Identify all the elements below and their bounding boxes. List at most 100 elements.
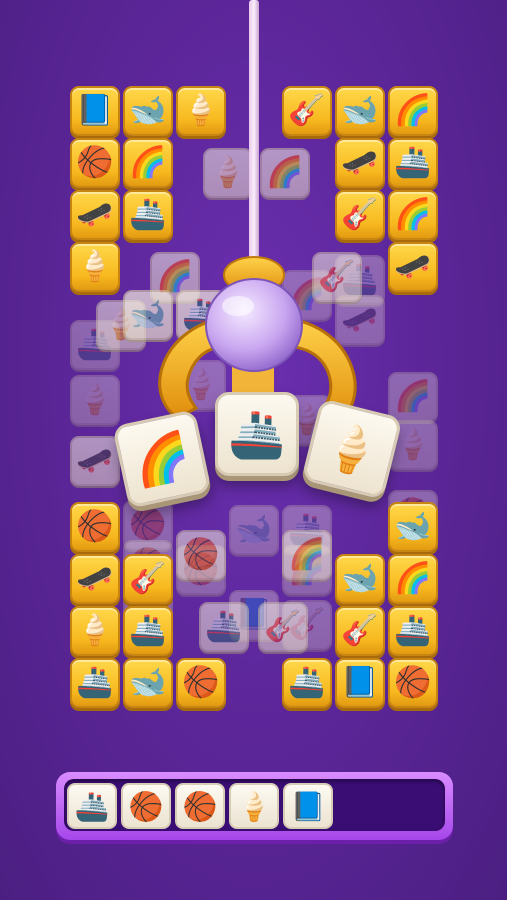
basketball-icon: 🏀 bbox=[76, 145, 114, 180]
skateboard-tile: 🛹 bbox=[70, 436, 120, 486]
basketball-icon: 🏀 bbox=[182, 537, 220, 572]
book-icon: 📘 bbox=[290, 789, 326, 823]
collection-tray: 🚢 🏀 🏀 🍦 📘 bbox=[56, 772, 453, 840]
whale-icon: 🐋 bbox=[129, 665, 167, 700]
skateboard-tile[interactable]: 🛹 bbox=[70, 190, 120, 240]
boat-icon: 🚢 bbox=[228, 406, 286, 461]
whale-tile[interactable]: 🐋 bbox=[123, 658, 173, 708]
skateboard-icon: 🛹 bbox=[394, 249, 432, 284]
basketball-icon: 🏀 bbox=[394, 665, 432, 700]
whale-tile[interactable]: 🐋 bbox=[335, 86, 385, 136]
whale-icon: 🐋 bbox=[235, 512, 273, 547]
boat-icon: 🚢 bbox=[394, 145, 432, 180]
whale-icon: 🐋 bbox=[394, 509, 432, 544]
boat-tile[interactable]: 🚢 bbox=[123, 606, 173, 656]
ice-cream-icon: 🍦 bbox=[209, 155, 247, 190]
basketball-icon: 🏀 bbox=[129, 507, 167, 542]
basketball-icon: 🏀 bbox=[128, 789, 164, 823]
skateboard-icon: 🛹 bbox=[76, 443, 114, 478]
boat-icon: 🚢 bbox=[394, 613, 432, 648]
boat-tile[interactable]: 🚢 bbox=[123, 190, 173, 240]
ice-cream-icon: 🍦 bbox=[236, 789, 272, 823]
guitar-tile[interactable]: 🎸 bbox=[282, 86, 332, 136]
basketball-tile[interactable]: 🏀 bbox=[70, 502, 120, 552]
ice-cream-icon: 🍦 bbox=[394, 427, 432, 462]
ice-cream-icon: 🍦 bbox=[182, 367, 220, 402]
tray-slot-ice-cream: 🍦 bbox=[229, 783, 279, 829]
rainbow-tile: 🌈 bbox=[388, 372, 438, 422]
rainbow-icon: 🌈 bbox=[288, 537, 326, 572]
boat-icon: 🚢 bbox=[288, 665, 326, 700]
skateboard-icon: 🛹 bbox=[341, 302, 379, 337]
ice-cream-tile[interactable]: 🍦 bbox=[70, 606, 120, 656]
rainbow-tile[interactable]: 🌈 bbox=[388, 190, 438, 240]
boat-icon: 🚢 bbox=[76, 665, 114, 700]
rainbow-icon: 🌈 bbox=[129, 145, 167, 180]
ice-cream-tile[interactable]: 🍦 bbox=[70, 242, 120, 292]
boat-tile[interactable]: 🚢 bbox=[388, 138, 438, 188]
tray-slot-basketball: 🏀 bbox=[121, 783, 171, 829]
book-icon: 📘 bbox=[76, 93, 114, 128]
tray-slot-book: 📘 bbox=[283, 783, 333, 829]
guitar-icon: 🎸 bbox=[341, 613, 379, 648]
rainbow-tile[interactable]: 🌈 bbox=[123, 138, 173, 188]
guitar-tile[interactable]: 🎸 bbox=[335, 190, 385, 240]
book-tile[interactable]: 📘 bbox=[70, 86, 120, 136]
basketball-tile[interactable]: 🏀 bbox=[70, 138, 120, 188]
guitar-tile: 🎸 bbox=[312, 252, 362, 302]
boat-tile[interactable]: 🚢 bbox=[282, 658, 332, 708]
boat-tile: 🚢 bbox=[199, 602, 249, 652]
rainbow-icon: 🌈 bbox=[394, 379, 432, 414]
book-icon: 📘 bbox=[341, 665, 379, 700]
boat-icon: 🚢 bbox=[182, 297, 220, 332]
ice-cream-tile: 🍦 bbox=[203, 148, 253, 198]
rainbow-tile[interactable]: 🌈 bbox=[388, 554, 438, 604]
guitar-tile[interactable]: 🎸 bbox=[335, 606, 385, 656]
skateboard-icon: 🛹 bbox=[76, 197, 114, 232]
boat-tile[interactable]: 🚢 bbox=[70, 658, 120, 708]
whale-tile[interactable]: 🐋 bbox=[388, 502, 438, 552]
basketball-icon: 🏀 bbox=[182, 789, 218, 823]
whale-icon: 🐋 bbox=[341, 93, 379, 128]
boat-icon: 🚢 bbox=[129, 197, 167, 232]
rainbow-icon: 🌈 bbox=[394, 197, 432, 232]
ice-cream-icon: 🍦 bbox=[76, 249, 114, 284]
ice-cream-icon: 🍦 bbox=[317, 415, 387, 482]
ice-cream-icon: 🍦 bbox=[76, 613, 114, 648]
skateboard-icon: 🛹 bbox=[76, 561, 114, 596]
skateboard-tile[interactable]: 🛹 bbox=[70, 554, 120, 604]
boat-tile[interactable]: 🚢 bbox=[388, 606, 438, 656]
rainbow-icon: 🌈 bbox=[394, 93, 432, 128]
tray-slot-basketball: 🏀 bbox=[175, 783, 225, 829]
skateboard-tile[interactable]: 🛹 bbox=[388, 242, 438, 292]
whale-icon: 🐋 bbox=[129, 93, 167, 128]
basketball-tile[interactable]: 🏀 bbox=[176, 658, 226, 708]
guitar-icon: 🎸 bbox=[288, 93, 326, 128]
basketball-tile[interactable]: 🏀 bbox=[388, 658, 438, 708]
ice-cream-tile: 🍦 bbox=[70, 375, 120, 425]
ice-cream-tile[interactable]: 🍦 bbox=[176, 86, 226, 136]
whale-tile: 🐋 bbox=[123, 290, 173, 340]
guitar-icon: 🎸 bbox=[264, 609, 302, 644]
whale-tile[interactable]: 🐋 bbox=[123, 86, 173, 136]
boat-icon: 🚢 bbox=[205, 609, 243, 644]
skateboard-icon: 🛹 bbox=[341, 145, 379, 180]
guitar-tile[interactable]: 🎸 bbox=[123, 554, 173, 604]
boat-icon: 🚢 bbox=[74, 789, 110, 823]
guitar-icon: 🎸 bbox=[341, 197, 379, 232]
guitar-icon: 🎸 bbox=[129, 561, 167, 596]
rainbow-tile-held: 🌈 bbox=[112, 409, 212, 509]
rainbow-icon: 🌈 bbox=[128, 426, 196, 491]
rainbow-tile[interactable]: 🌈 bbox=[388, 86, 438, 136]
skateboard-tile: 🛹 bbox=[335, 295, 385, 345]
whale-tile[interactable]: 🐋 bbox=[335, 554, 385, 604]
whale-tile: 🐋 bbox=[229, 505, 279, 555]
skateboard-tile[interactable]: 🛹 bbox=[335, 138, 385, 188]
guitar-tile: 🎸 bbox=[258, 602, 308, 652]
book-tile[interactable]: 📘 bbox=[335, 658, 385, 708]
basketball-icon: 🏀 bbox=[76, 509, 114, 544]
tray-slot-boat: 🚢 bbox=[67, 783, 117, 829]
whale-icon: 🐋 bbox=[129, 297, 167, 332]
whale-icon: 🐋 bbox=[341, 561, 379, 596]
basketball-tile: 🏀 bbox=[176, 530, 226, 580]
